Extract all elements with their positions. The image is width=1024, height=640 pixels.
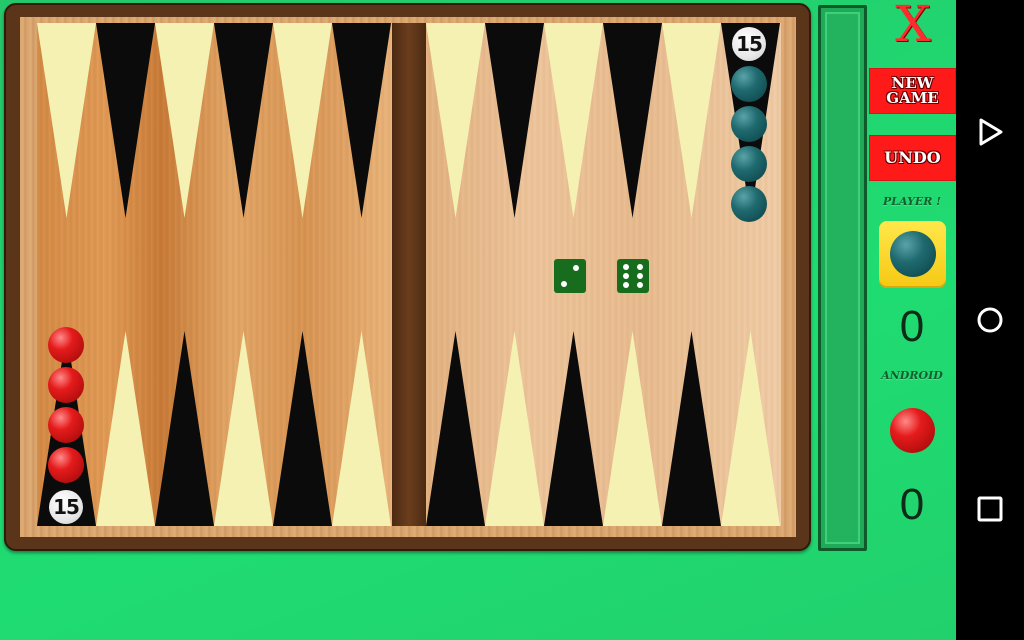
android-label: ANDROID — [881, 369, 943, 382]
red-checker[interactable] — [48, 447, 84, 483]
red-stack-count: 15 — [49, 490, 83, 524]
point-10[interactable] — [155, 331, 214, 526]
point-2[interactable] — [662, 331, 721, 526]
player-checker-indicator — [879, 221, 946, 288]
point-13[interactable] — [37, 23, 96, 218]
point-17[interactable] — [273, 23, 332, 218]
player-score: 0 — [899, 302, 925, 351]
player-label: PLAYER ! — [882, 195, 942, 208]
android-navigation-bar — [956, 0, 1024, 640]
teal-checker[interactable] — [731, 66, 767, 102]
teal-checker[interactable] — [731, 146, 767, 182]
red-checker[interactable] — [48, 367, 84, 403]
point-23[interactable] — [662, 23, 721, 218]
point-3[interactable] — [603, 331, 662, 526]
point-19[interactable] — [426, 23, 485, 218]
recents-icon[interactable] — [976, 495, 1004, 523]
teal-checker[interactable] — [731, 186, 767, 222]
red-checker[interactable] — [48, 407, 84, 443]
teal-checker[interactable] — [731, 106, 767, 142]
teal-stack-count: 15 — [732, 27, 766, 61]
new-game-button[interactable]: NEW GAME — [869, 68, 956, 114]
point-8[interactable] — [273, 331, 332, 526]
android-score: 0 — [899, 480, 925, 529]
point-16[interactable] — [214, 23, 273, 218]
board-right-half — [426, 23, 781, 526]
board-left-half — [37, 23, 392, 526]
android-red-checker-icon — [890, 408, 935, 453]
back-icon[interactable] — [976, 118, 1004, 146]
point-11[interactable] — [96, 331, 155, 526]
close-button[interactable]: X — [888, 0, 938, 50]
bear-off-tray-inner — [825, 12, 860, 544]
point-4[interactable] — [544, 331, 603, 526]
point-7[interactable] — [332, 331, 391, 526]
point-22[interactable] — [603, 23, 662, 218]
point-1[interactable] — [721, 331, 780, 526]
home-icon[interactable] — [976, 306, 1004, 334]
board-bar[interactable] — [392, 23, 426, 526]
new-game-label: NEW GAME — [886, 74, 939, 107]
point-5[interactable] — [485, 331, 544, 526]
die-two[interactable] — [554, 259, 586, 293]
bear-off-tray[interactable] — [818, 5, 867, 551]
red-checker[interactable] — [48, 327, 84, 363]
point-9[interactable] — [214, 331, 273, 526]
point-21[interactable] — [544, 23, 603, 218]
point-15[interactable] — [155, 23, 214, 218]
point-14[interactable] — [96, 23, 155, 218]
point-6[interactable] — [426, 331, 485, 526]
undo-button[interactable]: UNDO — [869, 135, 956, 181]
point-20[interactable] — [485, 23, 544, 218]
player-teal-checker-icon — [890, 231, 936, 277]
die-six[interactable] — [617, 259, 649, 293]
point-18[interactable] — [332, 23, 391, 218]
